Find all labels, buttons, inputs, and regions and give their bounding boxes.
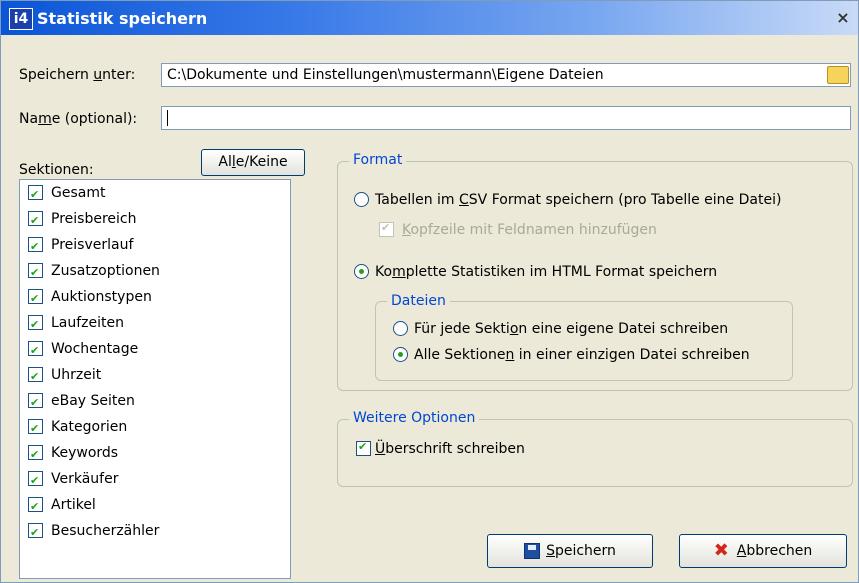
section-item[interactable]: Preisbereich xyxy=(28,208,136,232)
text-cursor xyxy=(167,110,168,126)
sections-list: Gesamt Preisbereich Preisverlauf Zusatzo… xyxy=(19,179,291,579)
checkbox-checked-icon[interactable] xyxy=(28,522,43,544)
section-item[interactable]: Auktionstypen xyxy=(28,286,152,310)
section-item[interactable]: Verkäufer xyxy=(28,468,118,492)
name-label: Name (optional): xyxy=(19,111,138,127)
section-item[interactable]: eBay Seiten xyxy=(28,390,135,414)
close-x-icon: ✖ xyxy=(713,540,729,561)
select-all-none-button[interactable]: Alle/Keine xyxy=(201,149,305,176)
save-path-field[interactable]: C:\Dokumente und Einstellungen\musterman… xyxy=(161,63,851,87)
section-item[interactable]: Artikel xyxy=(28,494,96,518)
folder-icon[interactable] xyxy=(827,66,849,84)
format-group-title: Format xyxy=(349,152,407,168)
section-item[interactable]: Zusatzoptionen xyxy=(28,260,160,284)
cancel-button[interactable]: ✖ Abbrechen xyxy=(679,534,847,568)
radio-selected-icon[interactable] xyxy=(393,346,408,362)
section-item[interactable]: Kategorien xyxy=(28,416,127,440)
html-format-option[interactable]: Komplette Statistiken im HTML Format spe… xyxy=(354,263,717,280)
checkbox-checked-icon[interactable] xyxy=(28,184,43,206)
save-under-label: Speichern unter: xyxy=(19,67,136,83)
checkbox-checked-icon[interactable] xyxy=(28,366,43,388)
section-item[interactable]: Besucherzähler xyxy=(28,520,159,544)
files-group xyxy=(375,301,793,381)
app-icon: i4 xyxy=(9,8,33,30)
write-heading-checkbox[interactable]: Überschrift schreiben xyxy=(356,440,525,457)
checkbox-checked-icon[interactable] xyxy=(28,340,43,362)
section-item[interactable]: Preisverlauf xyxy=(28,234,133,258)
csv-format-option[interactable]: Tabellen im CSV Format speichern (pro Ta… xyxy=(354,191,781,208)
dialog-window: i4 Statistik speichern × Speichern unter… xyxy=(0,0,859,583)
section-item[interactable]: Keywords xyxy=(28,442,118,466)
checkbox-checked-icon[interactable] xyxy=(28,444,43,466)
checkbox-checked-icon[interactable] xyxy=(379,221,394,237)
checkbox-checked-icon[interactable] xyxy=(28,496,43,518)
checkbox-checked-icon[interactable] xyxy=(28,236,43,258)
section-item[interactable]: Uhrzeit xyxy=(28,364,101,388)
checkbox-checked-icon[interactable] xyxy=(356,440,371,456)
checkbox-checked-icon[interactable] xyxy=(28,262,43,284)
radio-icon[interactable] xyxy=(393,320,408,336)
checkbox-checked-icon[interactable] xyxy=(28,314,43,336)
checkbox-checked-icon[interactable] xyxy=(28,210,43,232)
section-item[interactable]: Gesamt xyxy=(28,182,105,206)
checkbox-checked-icon[interactable] xyxy=(28,470,43,492)
floppy-disk-icon xyxy=(524,543,541,559)
checkbox-checked-icon[interactable] xyxy=(28,418,43,440)
per-section-file-option[interactable]: Für jede Sektion eine eigene Datei schre… xyxy=(393,320,728,337)
sections-label: Sektionen: xyxy=(19,162,94,178)
radio-icon[interactable] xyxy=(354,191,369,207)
single-file-option[interactable]: Alle Sektionen in einer einzigen Datei s… xyxy=(393,346,750,363)
files-group-title: Dateien xyxy=(387,293,450,309)
close-icon[interactable]: × xyxy=(834,9,852,27)
radio-selected-icon[interactable] xyxy=(354,263,369,279)
more-options-title: Weitere Optionen xyxy=(349,410,480,426)
name-input[interactable] xyxy=(161,106,851,130)
title-bar[interactable]: i4 Statistik speichern × xyxy=(1,1,858,35)
window-title: Statistik speichern xyxy=(37,9,208,28)
checkbox-checked-icon[interactable] xyxy=(28,288,43,310)
csv-header-checkbox[interactable]: Kopfzeile mit Feldnamen hinzufügen xyxy=(379,221,657,238)
save-button[interactable]: Speichern xyxy=(487,534,653,568)
section-item[interactable]: Wochentage xyxy=(28,338,138,362)
checkbox-checked-icon[interactable] xyxy=(28,392,43,414)
section-item[interactable]: Laufzeiten xyxy=(28,312,124,336)
